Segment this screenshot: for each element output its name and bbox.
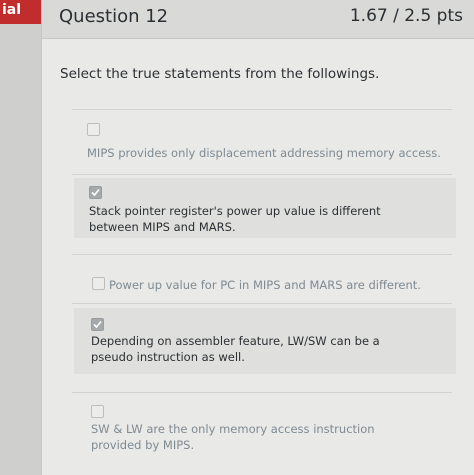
checkmark-icon <box>93 320 102 329</box>
checkmark-icon <box>91 188 100 197</box>
sidebar-tab-label: ial <box>2 2 22 18</box>
answer-text-5: SW & LW are the only memory access instr… <box>91 422 375 452</box>
question-card: Question 12 1.67 / 2.5 pts Select the tr… <box>41 0 474 475</box>
answer-checkbox-3[interactable] <box>92 277 105 290</box>
question-points: 1.67 / 2.5 pts <box>349 6 463 26</box>
answer-checkbox-2[interactable] <box>89 186 102 199</box>
answer-text-1: MIPS provides only displacement addressi… <box>87 146 441 160</box>
answer-text-4: Depending on assembler feature, LW/SW ca… <box>91 334 380 364</box>
left-sidebar-strip <box>0 0 41 475</box>
answer-checkbox-4[interactable] <box>91 318 104 331</box>
answer-checkbox-5[interactable] <box>91 405 104 418</box>
answer-divider <box>72 303 452 304</box>
answer-divider <box>72 174 452 175</box>
answer-text-3: Power up value for PC in MIPS and MARS a… <box>109 278 421 292</box>
answer-text-2: Stack pointer register's power up value … <box>89 204 381 234</box>
question-prompt: Select the true statements from the foll… <box>60 66 380 82</box>
question-title: Question 12 <box>59 6 169 27</box>
answer-divider <box>72 109 452 110</box>
answer-checkbox-1[interactable] <box>87 123 100 136</box>
answer-divider <box>72 254 452 255</box>
question-header: Question 12 1.67 / 2.5 pts <box>42 0 474 39</box>
answer-divider <box>72 392 452 393</box>
